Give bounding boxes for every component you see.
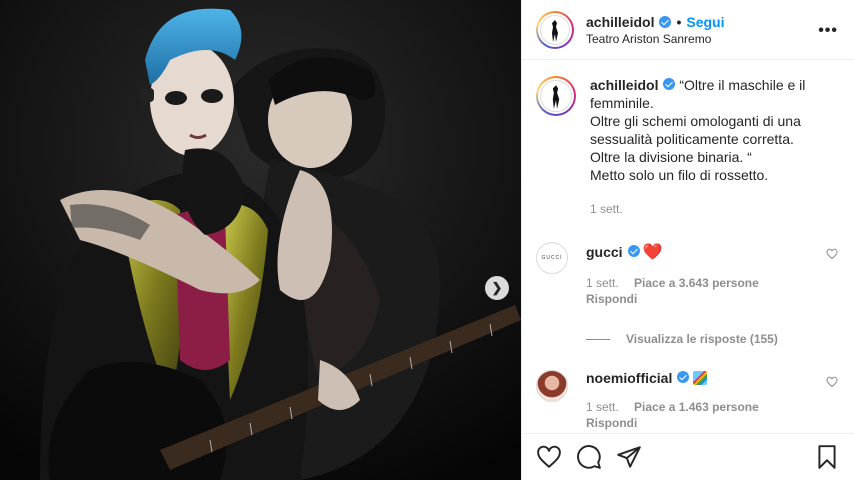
comment-avatar[interactable]	[536, 370, 568, 402]
comment-like-heart-icon[interactable]	[826, 376, 838, 388]
comments-list: achilleidol “Oltre il maschile e il femm…	[522, 60, 854, 433]
caption-username[interactable]: achilleidol	[590, 77, 658, 93]
follow-button[interactable]: Segui	[686, 14, 724, 30]
verified-badge-icon	[677, 371, 690, 383]
comment-likes[interactable]: Piace a 3.643 persone	[634, 276, 759, 290]
caption-line: Oltre gli schemi omologanti di una sessu…	[590, 113, 801, 147]
caption-avatar[interactable]	[536, 76, 576, 116]
comment-likes[interactable]: Piace a 1.463 persone	[634, 400, 759, 414]
comment-username[interactable]: gucci	[586, 244, 623, 260]
comment-text: ❤️	[642, 244, 663, 261]
avatar-figure-icon	[552, 85, 560, 109]
comment-item: GUCCI gucci ❤️ 1 sett. Piace a 3.643 pers…	[536, 242, 838, 306]
author-username[interactable]: achilleidol	[586, 14, 654, 30]
post-location[interactable]: Teatro Ariston Sanremo	[586, 32, 725, 46]
verified-badge-icon	[663, 78, 676, 90]
heart-icon[interactable]	[536, 444, 562, 470]
view-replies-button[interactable]: Visualizza le risposte (155)	[586, 332, 838, 346]
instagram-post-view: ❯ achilleidol • Segui Teatro Ariston San…	[0, 0, 854, 480]
photo-illustration	[0, 0, 521, 480]
caption-line: Metto solo un filo di rossetto.	[590, 167, 769, 183]
post-header: achilleidol • Segui Teatro Ariston Sanre…	[522, 0, 854, 60]
action-bar	[522, 433, 854, 480]
comment-avatar[interactable]: GUCCI	[536, 242, 568, 274]
more-options-icon[interactable]: •••	[818, 22, 838, 40]
comment-time[interactable]: 1 sett.	[586, 276, 619, 290]
reply-button[interactable]: Rispondi	[586, 292, 771, 306]
replies-divider	[586, 338, 610, 340]
avatar-figure-icon	[552, 19, 558, 42]
share-icon[interactable]	[616, 444, 642, 470]
comment-like-heart-icon[interactable]	[826, 248, 838, 260]
reply-button[interactable]: Rispondi	[586, 416, 771, 430]
author-avatar[interactable]	[536, 10, 574, 49]
caption-line: Oltre la divisione binaria. “	[590, 149, 752, 165]
post-side-panel: achilleidol • Segui Teatro Ariston Sanre…	[521, 0, 854, 480]
caption: achilleidol “Oltre il maschile e il femm…	[536, 76, 838, 218]
view-replies-label: Visualizza le risposte (155)	[626, 332, 778, 346]
verified-badge-icon	[659, 15, 672, 28]
caption-time[interactable]: 1 sett.	[590, 200, 838, 218]
rainbow-flag-icon	[693, 371, 708, 385]
comment-username[interactable]: noemiofficial	[586, 370, 672, 386]
separator-dot: •	[676, 13, 682, 30]
comment-icon[interactable]	[576, 444, 602, 470]
verified-badge-icon	[627, 245, 640, 257]
bookmark-icon[interactable]	[814, 444, 840, 470]
next-arrow-icon[interactable]: ❯	[485, 276, 509, 300]
comment-item: noemiofficial 1 sett. Piace a 1.463 pers…	[536, 370, 838, 430]
comment-time[interactable]: 1 sett.	[586, 400, 619, 414]
post-photo[interactable]: ❯	[0, 0, 521, 480]
